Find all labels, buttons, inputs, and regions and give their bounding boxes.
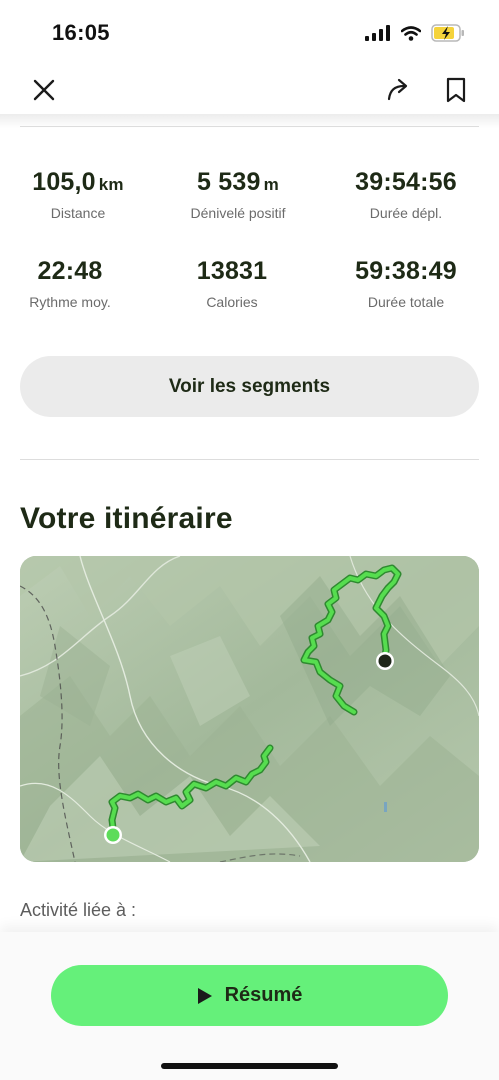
stat-value: 22:48 [37,257,103,285]
stat-label: Rythme moy. [29,294,111,310]
divider [20,126,479,127]
stat-label: Dénivelé positif [190,205,286,221]
play-icon [197,987,212,1004]
stat-distance: 105,0 km Distance [0,168,158,221]
stat-label: Durée dépl. [369,205,443,221]
home-indicator [161,1063,338,1069]
view-segments-button[interactable]: Voir les segments [20,356,479,417]
route-map[interactable] [20,556,479,862]
close-icon[interactable] [30,76,58,104]
stat-unit: m [263,175,279,194]
stat-average-pace: 22:48 Rythme moy. [0,257,150,310]
stat-unit: km [98,175,124,194]
signal-icon [365,25,390,41]
route-section-title: Votre itinéraire [20,502,233,535]
resume-button[interactable]: Résumé [51,965,448,1026]
battery-charging-icon [431,24,464,42]
resume-label: Résumé [224,984,303,1006]
stat-value: 59:38:49 [355,257,457,285]
bookmark-icon[interactable] [442,76,470,104]
stat-label: Durée totale [367,294,445,310]
wifi-icon [401,25,421,41]
status-time: 16:05 [52,20,110,45]
stat-elevation-gain: 5 539 m Dénivelé positif [158,168,318,221]
map-terrain [20,556,479,862]
stat-label: Distance [50,205,106,221]
stat-total-time: 59:38:49 Durée totale [326,257,486,310]
stat-label: Calories [206,294,258,310]
stat-calories: 13831 Calories [152,257,312,310]
nav-bar [0,66,499,114]
stat-value: 5 539 [197,168,261,196]
stat-value: 13831 [196,257,268,285]
linked-activity-label: Activité liée à : [20,900,137,920]
stat-moving-time: 39:54:56 Durée dépl. [326,168,486,221]
status-bar: 16:05 [0,0,499,66]
divider [20,459,479,460]
share-icon[interactable] [385,76,413,104]
stat-value: 39:54:56 [355,168,457,196]
stat-value: 105,0 [32,168,96,196]
status-icons [365,24,465,42]
